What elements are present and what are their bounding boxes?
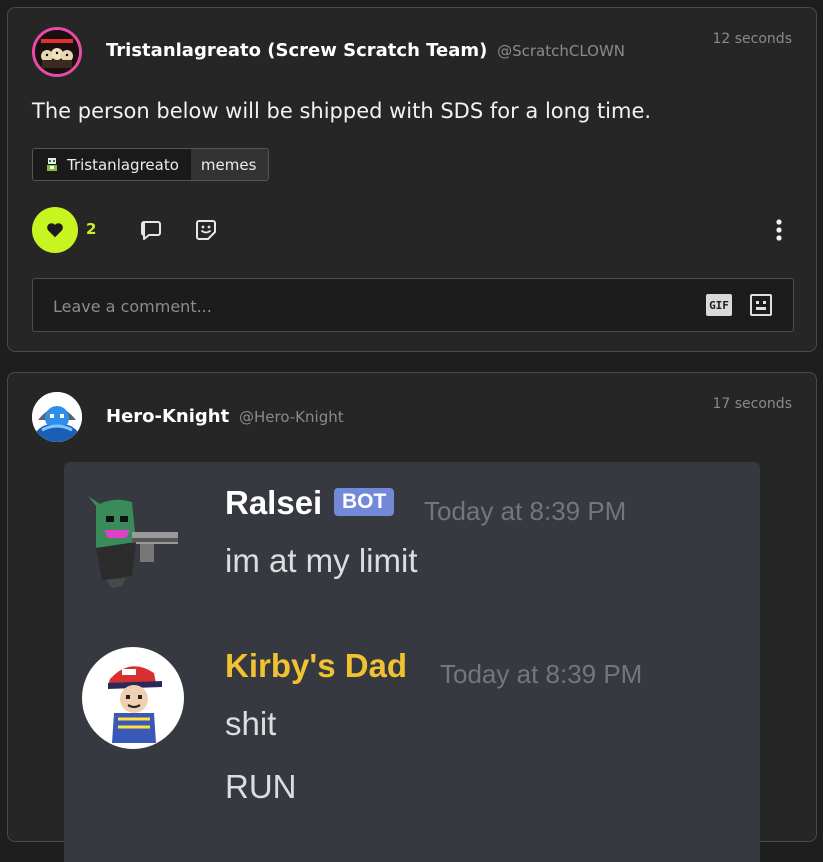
post-text: The person below will be shipped with SD… [32,99,652,123]
message-text: im at my limit [225,542,418,579]
message-time: Today at 8:39 PM [440,659,643,689]
tag-user-label: Tristanlagreato [67,155,179,174]
avatar[interactable] [32,27,82,77]
tag-user[interactable]: Tristanlagreato [33,149,191,180]
sticker-icon [196,220,216,240]
like-count: 2 [86,220,97,238]
comment-icon [141,221,161,240]
user-sprite-icon [47,157,57,171]
message-author: Ralsei [225,484,323,521]
comment-box: GIF [32,278,794,333]
more-options-button[interactable] [766,217,792,243]
message-avatar [82,492,182,593]
message-time: Today at 8:39 PM [424,496,627,526]
comment-input[interactable] [33,279,695,333]
gif-button[interactable]: GIF [706,294,732,316]
avatar-image [32,392,82,442]
tag-category-label: memes [200,155,257,174]
ralsei-sprite-icon [88,496,178,588]
emoji-icon [750,294,772,316]
author-handle[interactable]: @Hero-Knight [239,408,344,426]
avatar[interactable] [32,392,82,442]
post-actions: 2 [32,207,794,253]
sticker-button[interactable] [193,217,219,243]
message-author: Kirby's Dad [225,647,408,684]
message-text: RUN [225,768,297,805]
post-card: Tristanlagreato (Screw Scratch Team) @Sc… [7,7,817,352]
author-handle[interactable]: @ScratchCLOWN [497,42,625,60]
post-header: Tristanlagreato (Screw Scratch Team) @Sc… [106,40,625,61]
post-timestamp: 17 seconds [712,396,793,412]
message-avatar [82,647,184,754]
embedded-chat-image[interactable]: Ralsei BOT Today at 8:39 PM im at my lim… [64,462,760,862]
heart-icon [47,223,63,238]
post-timestamp: 12 seconds [712,31,793,47]
bot-badge: BOT [334,488,395,516]
kirbys-dad-avatar-icon [82,647,184,749]
comment-button[interactable] [138,217,164,243]
message-text: shit [225,705,277,742]
like-button[interactable] [32,207,78,253]
tag-category[interactable]: memes [190,149,269,180]
post-header: Hero-Knight @Hero-Knight [106,406,344,427]
author-name[interactable]: Tristanlagreato (Screw Scratch Team) [106,40,487,61]
avatar-image [35,30,79,74]
post-card: Hero-Knight @Hero-Knight 17 seconds Rals… [7,372,817,862]
author-name[interactable]: Hero-Knight [106,406,229,427]
more-vertical-icon [776,219,782,241]
post-tags: Tristanlagreato memes [32,148,270,181]
emoji-button[interactable] [749,293,773,317]
